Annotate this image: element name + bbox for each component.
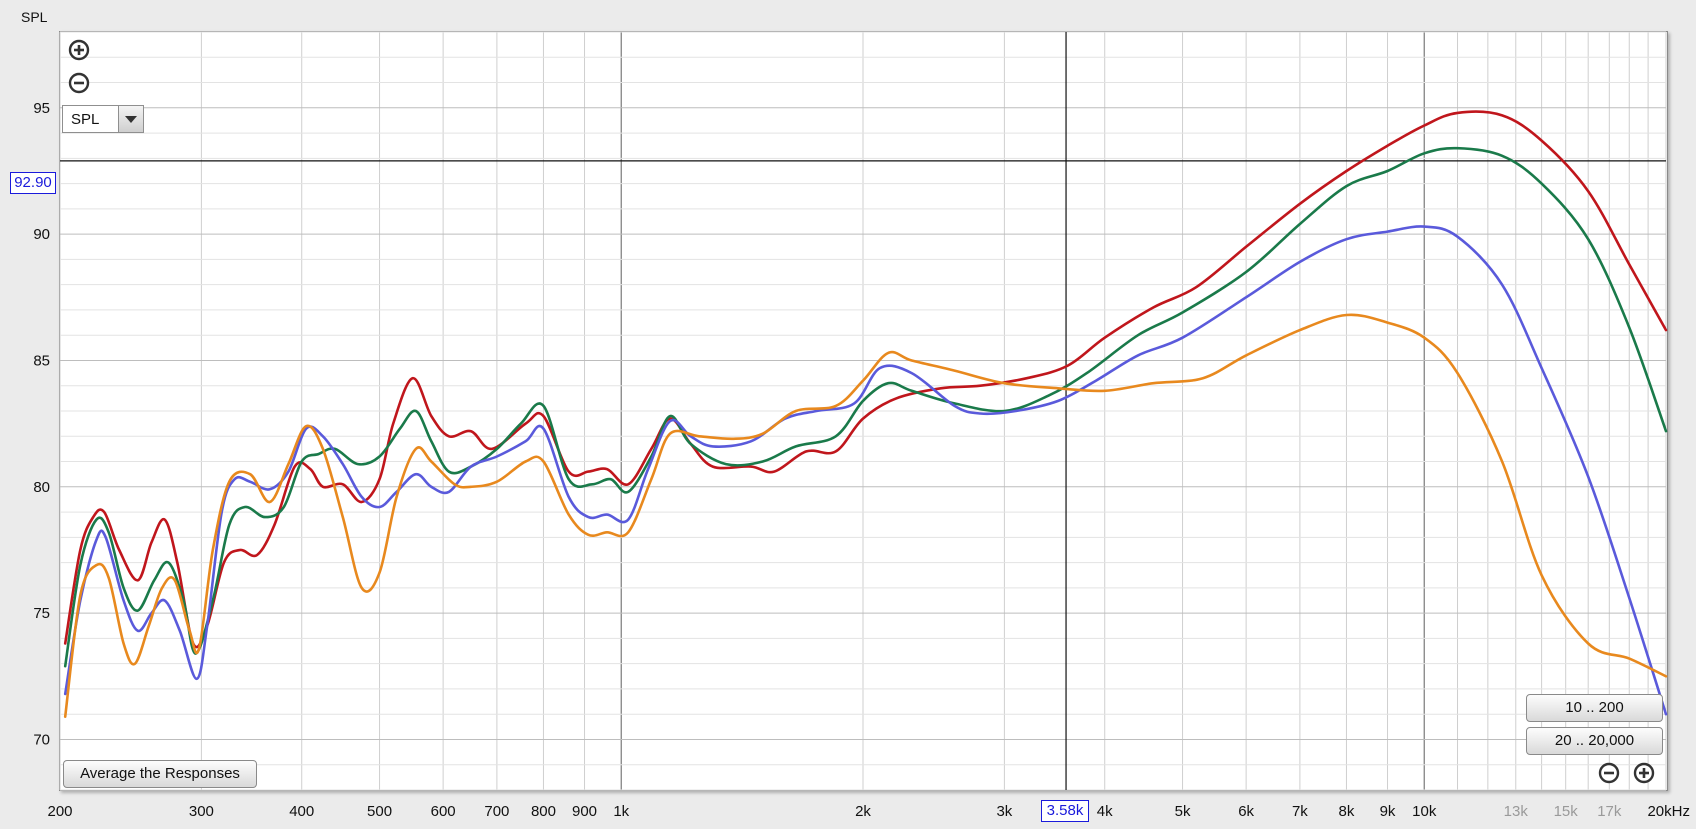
graph-type-select-value: SPL xyxy=(71,111,100,128)
dropdown-arrow-icon[interactable] xyxy=(118,106,143,132)
x-tick-label: 800 xyxy=(531,803,556,820)
grid-lines xyxy=(59,31,1667,791)
zoom-out-icon[interactable] xyxy=(67,71,91,95)
x-tick-label: 10k xyxy=(1412,803,1437,820)
x-tick-label: 13k xyxy=(1504,803,1529,820)
zoom-out-icon[interactable] xyxy=(1597,761,1621,785)
x-tick-label: 5k xyxy=(1175,803,1191,820)
x-tick-label: 20kHz xyxy=(1647,803,1690,820)
y-cursor-readout: 92.90 xyxy=(10,172,56,194)
x-tick-label: 600 xyxy=(431,803,456,820)
y-tick-label: 90 xyxy=(33,226,50,243)
zoom-in-icon[interactable] xyxy=(1632,761,1656,785)
x-tick-label: 9k xyxy=(1380,803,1396,820)
series-group xyxy=(63,110,1668,718)
x-tick-label: 2k xyxy=(855,803,871,820)
x-tick-label: 400 xyxy=(289,803,314,820)
x-tick-label: 300 xyxy=(189,803,214,820)
x-tick-label: 200 xyxy=(47,803,72,820)
average-responses-button[interactable]: Average the Responses xyxy=(63,760,257,788)
series-line-3 xyxy=(63,225,1668,716)
x-tick-label: 17k xyxy=(1597,803,1622,820)
y-tick-label: 70 xyxy=(33,731,50,748)
y-axis-tick-labels: 95 90 85 80 75 70 xyxy=(33,100,50,749)
y-tick-label: 75 xyxy=(33,605,50,622)
spl-chart: 200 300 400 500 600 700 800 900 1k 2k 3k 4k 5k 6k 7k 8k… xyxy=(33,31,1690,820)
x-tick-label: 8k xyxy=(1339,803,1355,820)
x-tick-label: 700 xyxy=(484,803,509,820)
x-cursor-readout: 3.58k xyxy=(1041,800,1089,822)
x-tick-label: 900 xyxy=(572,803,597,820)
range-20-20000-button[interactable]: 20 .. 20,000 xyxy=(1526,727,1663,755)
x-tick-label: 4k xyxy=(1097,803,1113,820)
x-tick-label: 6k xyxy=(1238,803,1254,820)
range-10-200-button[interactable]: 10 .. 200 xyxy=(1526,694,1663,722)
y-tick-label: 95 xyxy=(33,100,50,117)
x-tick-label: 500 xyxy=(367,803,392,820)
y-tick-label: 85 xyxy=(33,352,50,369)
x-tick-label: 7k xyxy=(1292,803,1308,820)
series-line-4 xyxy=(63,313,1668,718)
graph-type-select[interactable]: SPL xyxy=(62,105,144,133)
zoom-in-icon[interactable] xyxy=(67,38,91,62)
y-tick-label: 80 xyxy=(33,479,50,496)
x-axis-tick-labels: 200 300 400 500 600 700 800 900 1k 2k 3k 4k 5k 6k 7k 8k… xyxy=(47,803,1690,820)
x-tick-label: 3k xyxy=(996,803,1012,820)
x-tick-label: 1k xyxy=(613,803,629,820)
x-tick-label: 15k xyxy=(1554,803,1579,820)
spl-graph-window: SPL 200 300 400 500 600 700 800 900 1k 2k 3k 4k 5k 6k… xyxy=(0,0,1696,829)
